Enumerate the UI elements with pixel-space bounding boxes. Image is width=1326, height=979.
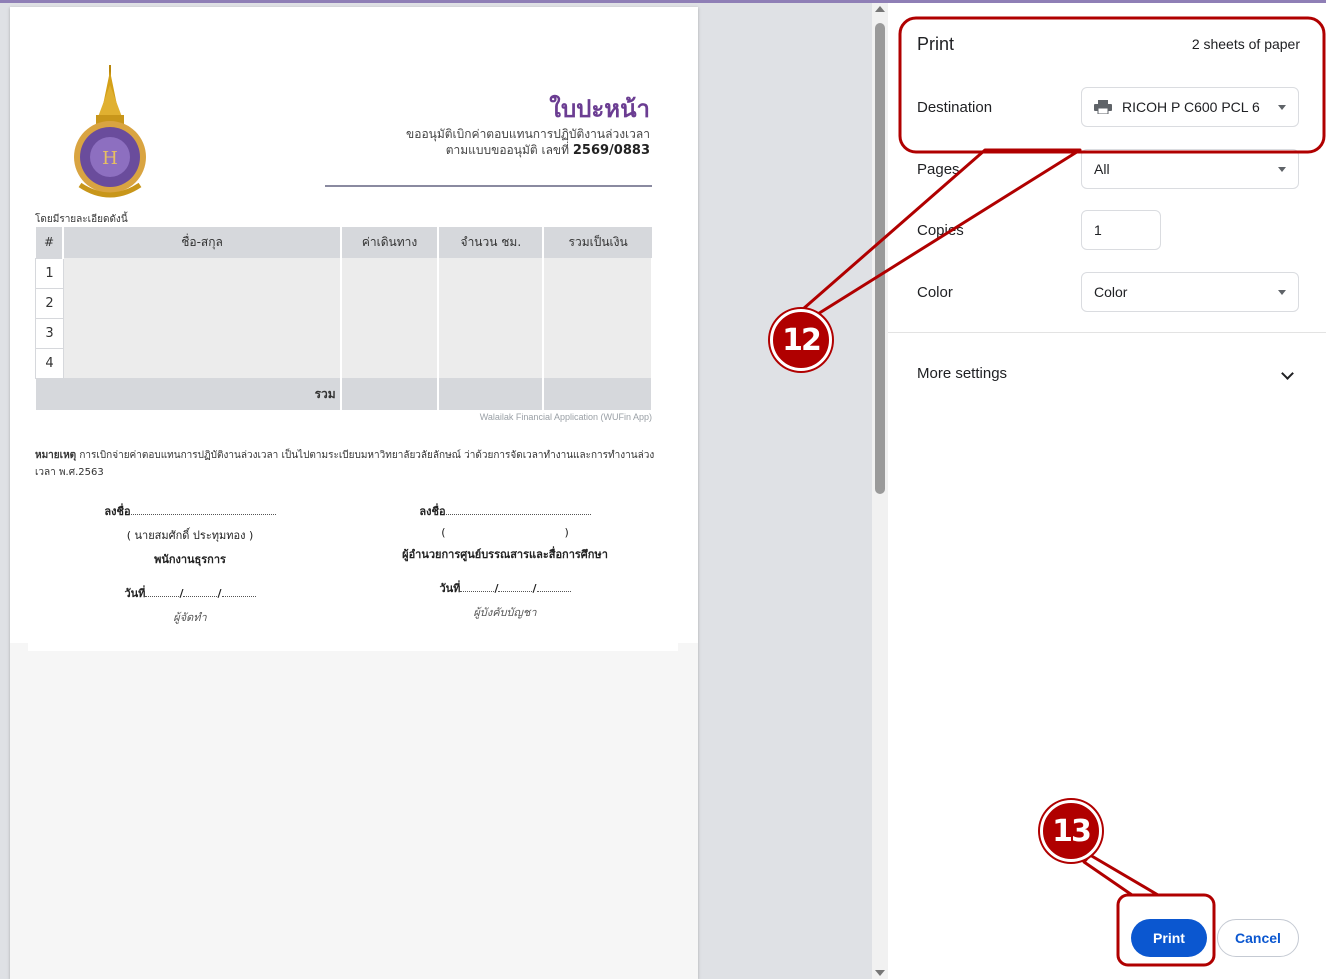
signature-preparer: ลงชื่อ ( นายสมศักดิ์ ประทุมทอง ) พนักงาน… [80, 502, 300, 626]
row-number: 4 [35, 347, 64, 379]
print-settings-panel: Print 2 sheets of paper Destination RICO… [888, 3, 1326, 979]
app-footer: Walailak Financial Application (WUFin Ap… [479, 412, 652, 422]
pages-select[interactable]: All [1081, 149, 1299, 189]
preview-scrollbar[interactable] [872, 3, 888, 979]
destination-select[interactable]: RICOH P C600 PCL 6 [1081, 87, 1299, 127]
table-header: จำนวน ชม. [438, 227, 545, 258]
dropdown-caret-icon [1278, 105, 1286, 110]
table-cell [340, 318, 440, 348]
copies-label: Copies [917, 222, 964, 239]
destination-value: RICOH P C600 PCL 6 [1122, 99, 1260, 115]
table-cell [438, 258, 545, 288]
printer-icon [1094, 100, 1112, 114]
signer-role: ผู้อำนวยการศูนย์บรรณสารและสื่อการศึกษา [402, 548, 608, 561]
pages-label: Pages [917, 161, 960, 178]
items-table: # ชื่อ-สกุล ค่าเดินทาง จำนวน ชม. รวมเป็น… [35, 227, 653, 410]
table-cell [63, 288, 342, 318]
table-row: 1 [35, 257, 653, 289]
table-cell [543, 378, 653, 410]
total-label: รวม [35, 378, 342, 410]
print-button[interactable]: Print [1131, 919, 1207, 957]
remark-text: การเบิกจ่ายค่าตอบแทนการปฏิบัติงานล่วงเวล… [35, 450, 655, 478]
table-header: # [35, 227, 65, 258]
table-cell [340, 348, 440, 378]
row-number: 1 [35, 257, 64, 289]
table-header: ชื่อ-สกุล [63, 227, 342, 258]
table-total-row: รวม [35, 378, 653, 410]
remark-label: หมายเหตุ [35, 450, 77, 461]
cancel-button[interactable]: Cancel [1217, 919, 1299, 957]
table-row: 2 [35, 287, 653, 319]
table-cell [63, 258, 342, 288]
chevron-down-icon[interactable] [1281, 367, 1294, 380]
table-cell [340, 258, 440, 288]
signer-caption: ผู้จัดทำ [173, 611, 207, 624]
table-header: รวมเป็นเงิน [543, 227, 652, 258]
signer-name: ( ) [441, 526, 569, 539]
step-badge-13: 13 [1040, 800, 1102, 862]
table-cell [63, 318, 342, 348]
destination-label: Destination [917, 99, 993, 116]
detail-label: โดยมีรายละเอียดดังนี้ [35, 214, 128, 225]
color-value: Color [1094, 284, 1128, 300]
sheet-count: 2 sheets of paper [1191, 36, 1300, 52]
table-cell [438, 348, 545, 378]
signer-caption: ผู้บังคับบัญชา [473, 606, 537, 619]
page-lower-edge [28, 643, 678, 651]
table-cell [543, 348, 653, 378]
reference-prefix: ตามแบบขออนุมัติ เลขที่ [445, 143, 570, 157]
settings-divider [888, 332, 1326, 333]
table-cell [543, 288, 653, 318]
university-logo: H [74, 65, 146, 198]
page-lower-area [10, 643, 698, 979]
title-divider [325, 185, 652, 187]
print-preview-area: H ใบปะหน้า ขออนุมัติเบิกค่าตอบแทนการปฏิบ… [0, 3, 872, 979]
date-label: วันที่ [439, 582, 461, 595]
color-select[interactable]: Color [1081, 272, 1299, 312]
row-number: 2 [35, 287, 64, 319]
table-cell [438, 318, 545, 348]
color-label: Color [917, 284, 953, 301]
panel-title: Print [917, 34, 955, 54]
table-row: 3 [35, 317, 653, 349]
sign-label: ลงชื่อ [419, 505, 446, 518]
remark: หมายเหตุ การเบิกจ่ายค่าตอบแทนการปฏิบัติง… [35, 447, 655, 481]
table-cell [340, 378, 440, 410]
dropdown-caret-icon [1278, 167, 1286, 172]
table-cell [543, 318, 653, 348]
scroll-down-arrow-icon[interactable] [875, 970, 885, 976]
more-settings-toggle[interactable]: More settings [917, 365, 1007, 382]
table-cell [438, 288, 545, 318]
signature-supervisor: ลงชื่อ ( ) ผู้อำนวยการศูนย์บรรณสารและสื่… [385, 502, 625, 621]
scroll-up-arrow-icon[interactable] [875, 6, 885, 12]
table-cell [543, 258, 653, 288]
signer-role: พนักงานธุรการ [154, 553, 226, 566]
dropdown-caret-icon [1278, 290, 1286, 295]
signer-name: ( นายสมศักดิ์ ประทุมทอง ) [126, 529, 254, 542]
step-badge-12: 12 [770, 309, 832, 371]
row-number: 3 [35, 317, 64, 349]
table-cell [340, 288, 440, 318]
table-header-row: # ชื่อ-สกุล ค่าเดินทาง จำนวน ชม. รวมเป็น… [35, 227, 652, 258]
copies-input[interactable]: 1 [1081, 210, 1161, 250]
table-cell [63, 348, 342, 378]
document-title: ใบปะหน้า [549, 95, 650, 123]
document-reference: ตามแบบขออนุมัติ เลขที่ 2569/0883 [446, 141, 650, 160]
table-row: 4 [35, 347, 653, 379]
date-label: วันที่ [124, 587, 146, 600]
table-header: ค่าเดินทาง [340, 227, 440, 258]
preview-page: H ใบปะหน้า ขออนุมัติเบิกค่าตอบแทนการปฏิบ… [10, 7, 698, 979]
reference-number: 2569/0883 [572, 143, 650, 158]
svg-text:H: H [102, 148, 118, 169]
scroll-thumb[interactable] [875, 23, 885, 494]
sign-label: ลงชื่อ [104, 505, 131, 518]
table-cell [438, 378, 545, 410]
pages-value: All [1094, 161, 1110, 177]
